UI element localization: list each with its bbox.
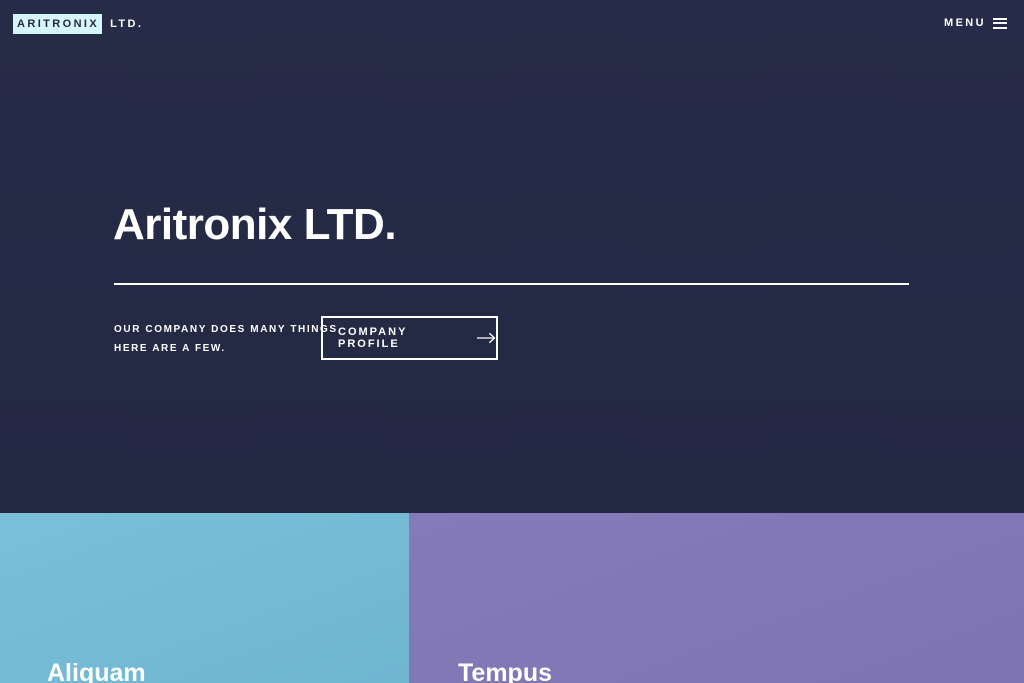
arrow-right-icon <box>477 332 496 344</box>
site-header: ARITRONIX LTD. MENU <box>0 0 1024 48</box>
hero-banner: Aritronix LTD. OUR COMPANY DOES MANY THI… <box>0 0 1024 513</box>
hero-title: Aritronix LTD. <box>113 200 397 249</box>
tile-title-aliquam: Aliquam <box>47 659 146 683</box>
menu-label: MENU <box>944 17 986 29</box>
menu-button[interactable]: MENU <box>944 17 1007 29</box>
hero-divider <box>114 283 909 285</box>
logo-suffix: LTD. <box>110 18 144 30</box>
tile-aliquam[interactable]: Aliquam <box>0 513 409 683</box>
hero-tagline-line1: OUR COMPANY DOES MANY THINGS <box>114 324 338 335</box>
tile-title-tempus: Tempus <box>458 659 552 683</box>
company-profile-button[interactable]: COMPANY PROFILE <box>321 316 498 360</box>
logo-box: ARITRONIX <box>13 14 103 34</box>
tile-tempus[interactable]: Tempus <box>409 513 1024 683</box>
hero-tagline-line2: HERE ARE A FEW. <box>114 343 226 354</box>
site-logo[interactable]: ARITRONIX LTD. <box>13 14 143 34</box>
page: Aritronix LTD. OUR COMPANY DOES MANY THI… <box>0 0 1024 683</box>
hero-tagline: OUR COMPANY DOES MANY THINGS HERE ARE A … <box>114 320 338 358</box>
company-profile-label: COMPANY PROFILE <box>338 326 408 350</box>
hamburger-icon <box>993 17 1007 29</box>
